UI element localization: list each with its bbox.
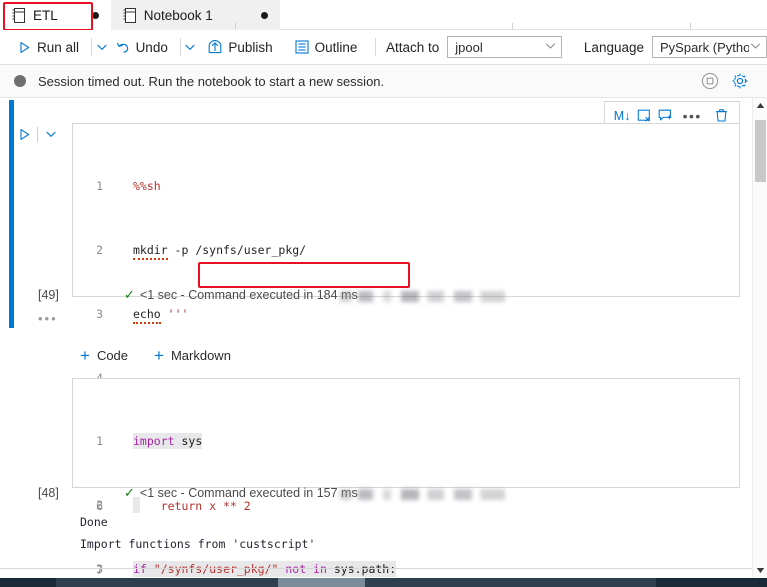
run-cell-button[interactable] bbox=[14, 123, 34, 145]
outline-label: Outline bbox=[314, 39, 358, 55]
language-value: PySpark (Python) bbox=[660, 39, 749, 55]
success-check-icon: ✓ bbox=[124, 485, 135, 500]
attach-to-value: jpool bbox=[455, 39, 483, 55]
code-line: 1 %%sh bbox=[96, 178, 739, 194]
attach-to-label: Attach to bbox=[385, 39, 440, 55]
add-code-cell-button[interactable]: + Code bbox=[80, 345, 129, 365]
line-number: 1 bbox=[96, 434, 103, 448]
tab-divider bbox=[690, 23, 691, 29]
output-line: Import functions from 'custscript' bbox=[80, 537, 316, 551]
tab-strip: ETL Notebook 1 bbox=[0, 0, 767, 31]
line-content: import sys bbox=[133, 433, 203, 449]
outline-button[interactable]: Outline bbox=[287, 34, 366, 60]
chevron-down-icon bbox=[184, 41, 196, 53]
cell-1-status-text: <1 sec - Command executed in 184 ms bbox=[139, 288, 358, 302]
publish-label: Publish bbox=[228, 39, 273, 55]
upload-icon bbox=[208, 40, 222, 54]
notebook-canvas: M↓ ••• 1 %%sh 2 mkdir -p /synfs/user_pkg… bbox=[0, 98, 767, 578]
play-icon bbox=[18, 41, 31, 54]
cell-more-options-button[interactable]: ••• bbox=[678, 108, 707, 124]
scroll-down-arrow-icon[interactable] bbox=[753, 563, 767, 578]
undo-button[interactable]: Undo bbox=[108, 34, 176, 60]
line-number: 1 bbox=[96, 179, 103, 193]
horizontal-scrollbar-thumb[interactable] bbox=[278, 578, 365, 587]
vertical-scrollbar[interactable] bbox=[752, 98, 767, 578]
toolbar-separator bbox=[91, 38, 92, 56]
tab-notebook-1[interactable]: Notebook 1 bbox=[110, 0, 280, 30]
session-actions bbox=[701, 72, 757, 90]
vertical-scrollbar-thumb[interactable] bbox=[755, 120, 766, 182]
line-content: mkdir -p /synfs/user_pkg/ bbox=[133, 242, 306, 260]
cell-1-status: ✓ <1 sec - Command executed in 184 ms bbox=[124, 287, 358, 303]
undo-dropdown[interactable] bbox=[184, 34, 196, 60]
add-code-label: Code bbox=[96, 348, 129, 363]
plus-icon: + bbox=[154, 345, 164, 365]
cell-1-editor[interactable]: 1 %%sh 2 mkdir -p /synfs/user_pkg/ 3 ech… bbox=[72, 123, 740, 577]
add-markdown-label: Markdown bbox=[170, 348, 231, 363]
output-line: Done bbox=[80, 515, 108, 529]
cell-2-execution-index: [48] bbox=[38, 486, 59, 500]
tab-modified-indicator[interactable] bbox=[91, 11, 99, 19]
cell-2-status-text: <1 sec - Command executed in 157 ms bbox=[139, 486, 358, 500]
collapsed-cell-indicator[interactable]: ••• bbox=[38, 311, 58, 326]
cell-2-output: Done Import functions from 'custscript' bbox=[80, 511, 315, 555]
line-number: 2 bbox=[96, 243, 103, 257]
tab-divider bbox=[512, 23, 513, 29]
code-line: 1 import sys bbox=[96, 433, 739, 449]
run-all-label: Run all bbox=[37, 39, 80, 55]
cell-1-execution-index: [49] bbox=[38, 288, 59, 302]
notebook-icon bbox=[123, 7, 136, 23]
run-all-dropdown[interactable] bbox=[96, 34, 108, 60]
command-toolbar: Run all Undo Publish Outline Attach to j… bbox=[0, 30, 767, 65]
run-separator bbox=[37, 126, 38, 142]
language-select[interactable]: PySpark (Python) bbox=[652, 36, 767, 58]
notebook-app: ETL Notebook 1 Run all Undo Publish Outl… bbox=[0, 0, 767, 587]
notebook-icon bbox=[12, 7, 25, 23]
redacted-status-detail bbox=[340, 489, 505, 500]
gear-icon[interactable] bbox=[731, 72, 749, 90]
session-status-bar: Session timed out. Run the notebook to s… bbox=[0, 65, 767, 98]
cell-run-dropdown[interactable] bbox=[41, 123, 61, 145]
run-all-button[interactable]: Run all bbox=[10, 34, 87, 60]
tab-label: Notebook 1 bbox=[143, 7, 213, 23]
cell-2-editor[interactable]: 1 import sys 2 3 if "/synfs/user_pkg/" n… bbox=[72, 378, 740, 577]
session-message: Session timed out. Run the notebook to s… bbox=[38, 73, 385, 89]
add-cell-bar: + Code + Markdown bbox=[80, 345, 231, 365]
code-line: 3 if "/synfs/user_pkg/" not in sys.path: bbox=[96, 561, 739, 577]
publish-button[interactable]: Publish bbox=[200, 34, 280, 60]
chevron-down-icon bbox=[96, 41, 108, 53]
cell-2-status: ✓ <1 sec - Command executed in 157 ms bbox=[124, 485, 358, 501]
tab-strip-filler bbox=[279, 0, 767, 29]
toolbar-separator bbox=[375, 38, 376, 56]
tab-modified-indicator[interactable] bbox=[260, 11, 268, 19]
line-content: echo ''' bbox=[133, 306, 188, 324]
chevron-down-icon bbox=[544, 39, 557, 55]
line-number: 3 bbox=[96, 562, 103, 576]
canvas-bottom-divider bbox=[0, 568, 767, 569]
code-line: 2 mkdir -p /synfs/user_pkg/ bbox=[96, 242, 739, 260]
chevron-down-icon bbox=[749, 39, 762, 55]
undo-label: Undo bbox=[135, 39, 168, 55]
line-number: 3 bbox=[96, 307, 103, 321]
tab-etl[interactable]: ETL bbox=[0, 0, 111, 30]
outline-icon bbox=[295, 40, 309, 54]
horizontal-scrollbar[interactable] bbox=[0, 578, 767, 587]
scroll-up-arrow-icon[interactable] bbox=[753, 98, 767, 113]
tab-divider bbox=[235, 23, 236, 29]
undo-icon bbox=[116, 41, 130, 54]
toolbar-separator bbox=[179, 38, 181, 56]
session-status-icon bbox=[14, 75, 26, 87]
code-line: 3 echo ''' bbox=[96, 306, 739, 324]
stop-session-icon[interactable] bbox=[701, 72, 719, 90]
line-content: if "/synfs/user_pkg/" not in sys.path: bbox=[133, 561, 397, 577]
attach-to-select[interactable]: jpool bbox=[447, 36, 562, 58]
success-check-icon: ✓ bbox=[124, 287, 135, 302]
line-content: %%sh bbox=[133, 179, 161, 193]
tab-label: ETL bbox=[33, 7, 58, 23]
redacted-status-detail bbox=[340, 291, 505, 302]
cell-1-run-controls bbox=[14, 123, 61, 145]
language-label: Language bbox=[583, 39, 644, 55]
add-markdown-cell-button[interactable]: + Markdown bbox=[154, 345, 231, 365]
plus-icon: + bbox=[80, 345, 90, 365]
